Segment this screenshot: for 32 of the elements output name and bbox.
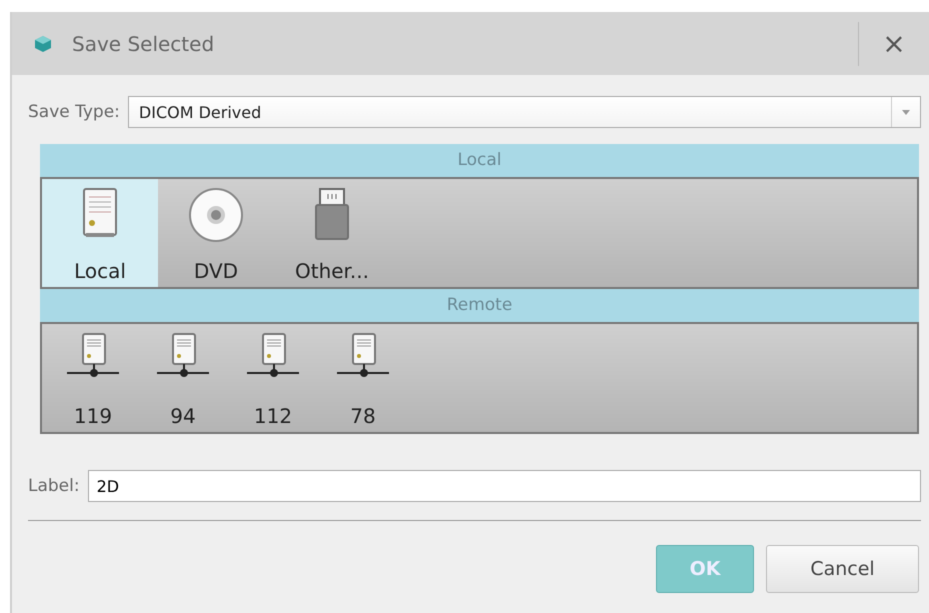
destination-item[interactable]: 78 [324, 324, 402, 432]
destination-label: Local [74, 259, 126, 283]
dropdown-arrow-icon [902, 110, 910, 114]
network-server-icon [155, 332, 211, 380]
section-header: Remote [40, 289, 919, 322]
usb-drive-icon [314, 187, 350, 241]
destination-label: 119 [74, 404, 112, 428]
destination-item[interactable]: 119 [54, 324, 132, 432]
destination-item[interactable]: 112 [234, 324, 312, 432]
label-caption: Label: [28, 476, 80, 496]
network-server-icon [65, 332, 121, 380]
destination-label: 78 [350, 404, 376, 428]
window-title: Save Selected [72, 32, 216, 56]
label-field[interactable]: 2D [88, 470, 921, 502]
destination-label: 112 [254, 404, 292, 428]
destination-label: 94 [170, 404, 196, 428]
section-header: Local [40, 144, 919, 177]
cancel-button[interactable]: Cancel [766, 545, 919, 593]
destination-item[interactable]: DVD [158, 179, 274, 287]
destination-item[interactable]: Local [42, 179, 158, 287]
destination-item[interactable]: Other... [274, 179, 390, 287]
destination-item[interactable]: 94 [144, 324, 222, 432]
close-button[interactable]: × [859, 12, 929, 75]
destination-label: Other... [294, 259, 370, 283]
drive-icon [82, 187, 118, 239]
save-type-dropdown[interactable]: DICOM Derived [128, 96, 921, 128]
destination-label: DVD [194, 259, 238, 283]
network-server-icon [335, 332, 391, 380]
cube-icon [34, 34, 52, 52]
network-server-icon [245, 332, 301, 380]
disc-icon [188, 187, 244, 243]
save-type-label: Save Type: [28, 102, 120, 122]
